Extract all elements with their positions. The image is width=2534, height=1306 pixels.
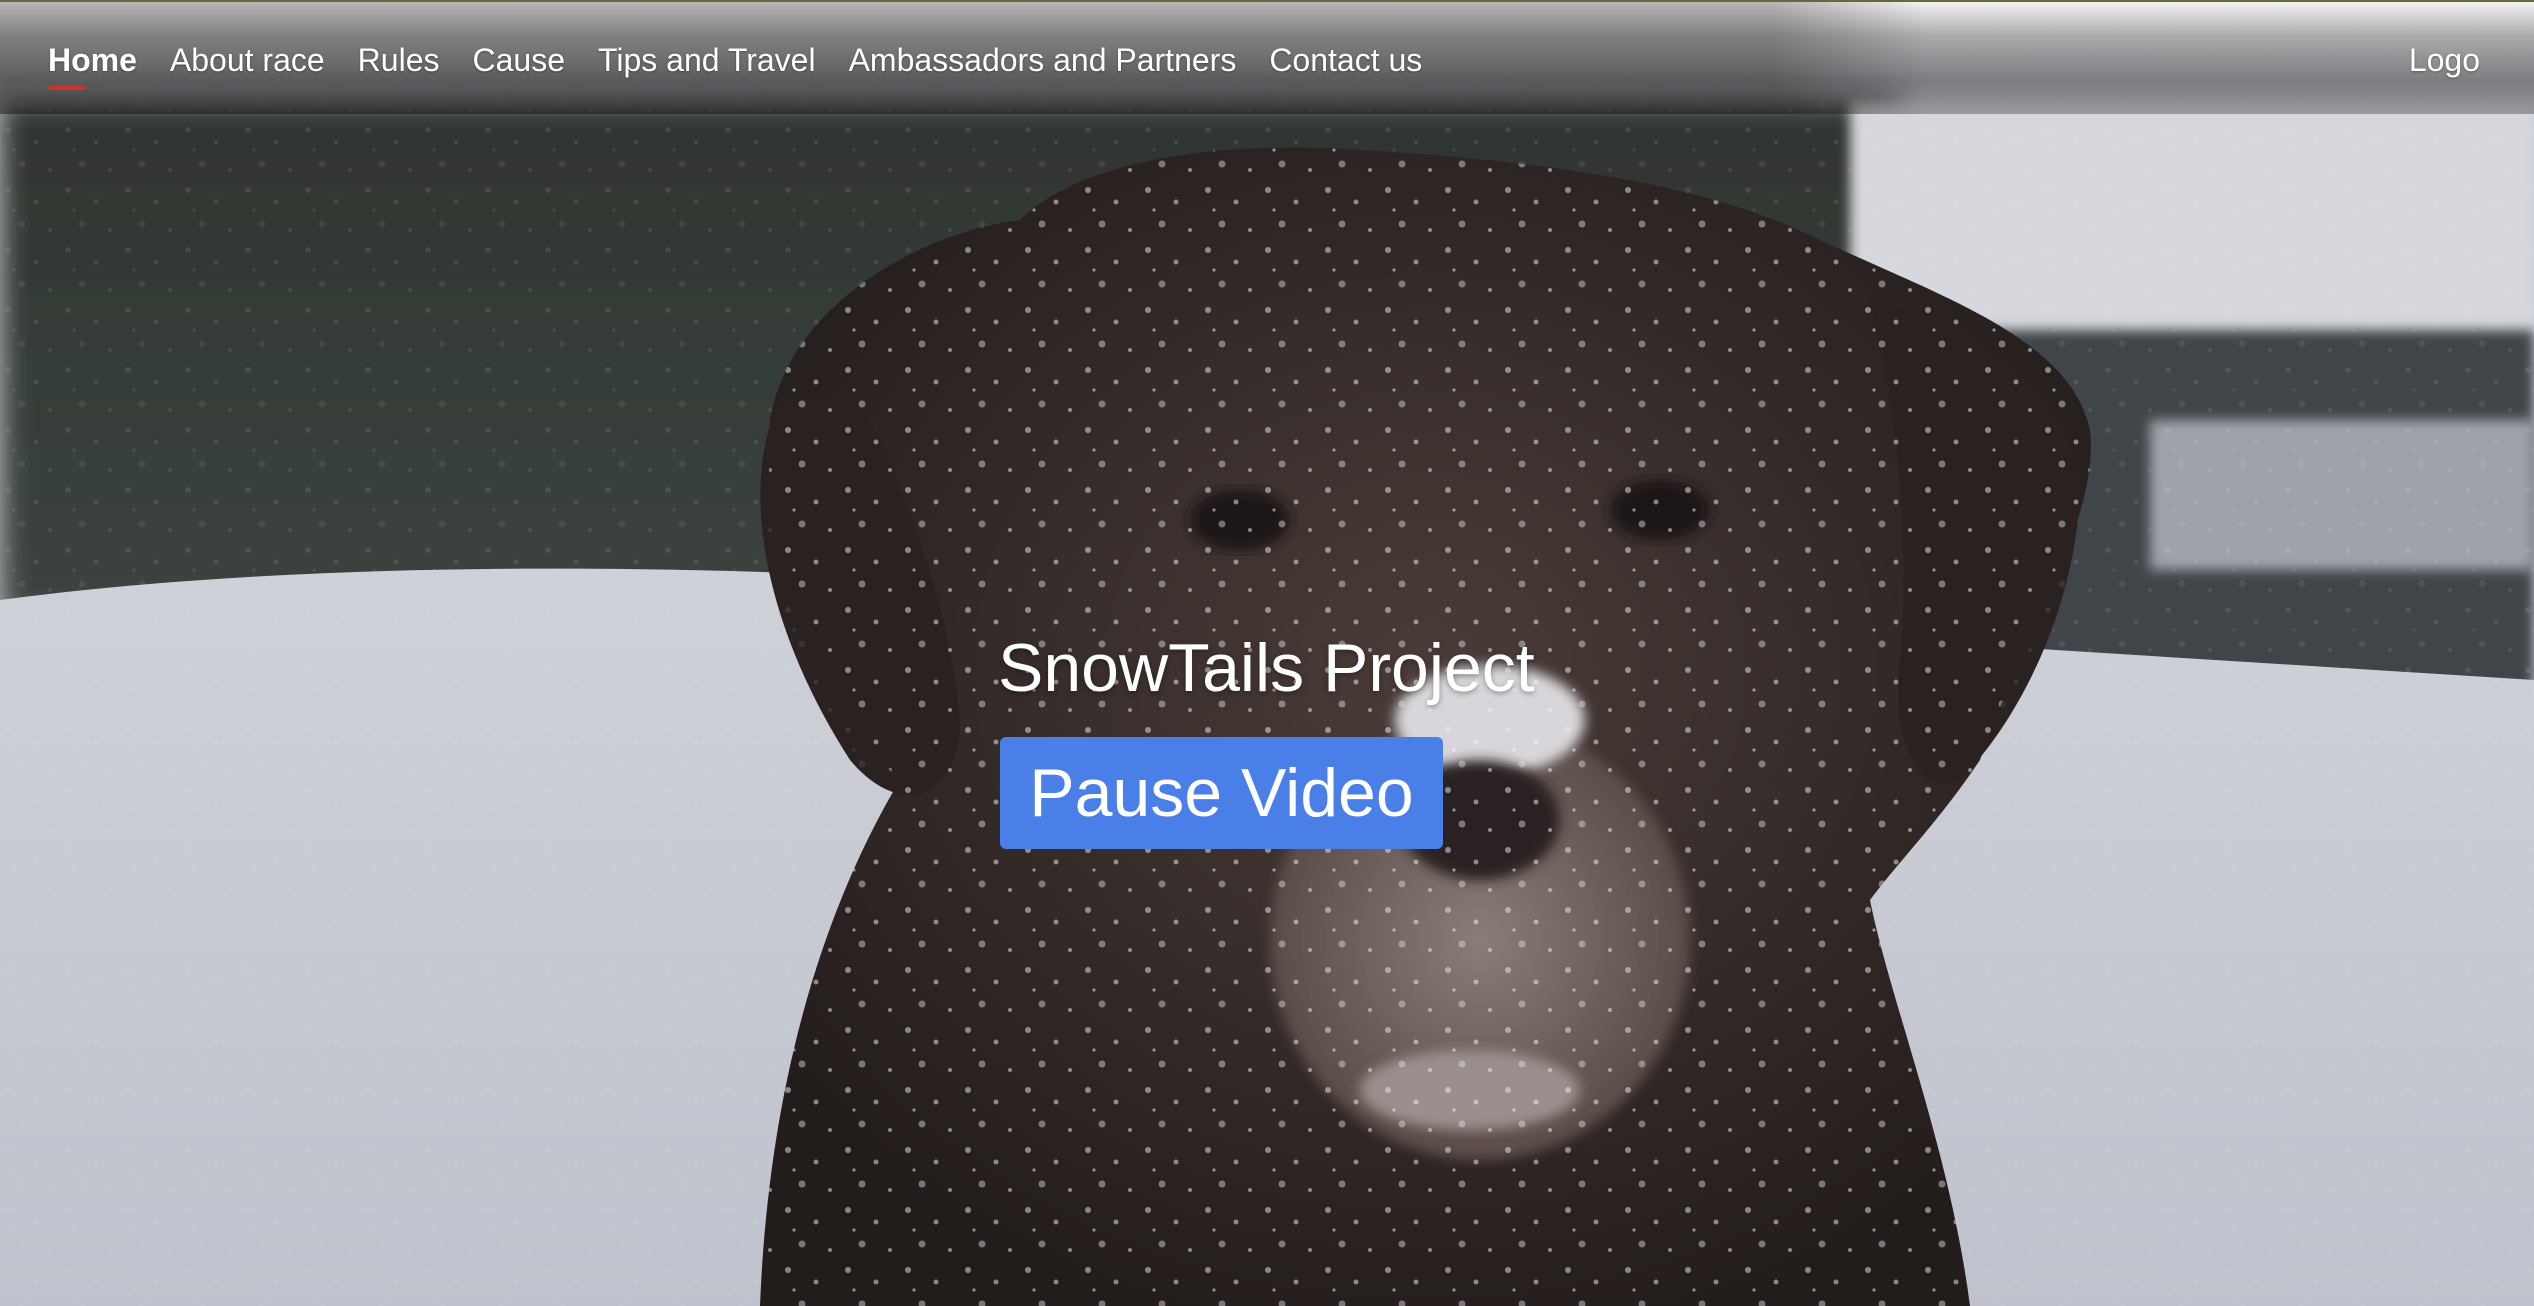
main-nav: Home About race Rules Cause Tips and Tra… bbox=[48, 40, 1455, 90]
nav-item-contact-us[interactable]: Contact us bbox=[1269, 40, 1422, 80]
nav-item-rules[interactable]: Rules bbox=[358, 40, 440, 80]
page: Home About race Rules Cause Tips and Tra… bbox=[0, 0, 2534, 1306]
top-navbar: Home About race Rules Cause Tips and Tra… bbox=[0, 0, 2534, 114]
nav-item-about-race[interactable]: About race bbox=[170, 40, 325, 80]
logo[interactable]: Logo bbox=[2409, 40, 2480, 80]
pause-video-button[interactable]: Pause Video bbox=[1000, 737, 1443, 849]
nav-item-tips-and-travel[interactable]: Tips and Travel bbox=[598, 40, 816, 80]
hero-title: SnowTails Project bbox=[998, 630, 1535, 706]
nav-item-ambassadors-and-partners[interactable]: Ambassadors and Partners bbox=[849, 40, 1237, 80]
nav-item-home[interactable]: Home bbox=[48, 40, 137, 90]
nav-item-cause[interactable]: Cause bbox=[472, 40, 565, 80]
